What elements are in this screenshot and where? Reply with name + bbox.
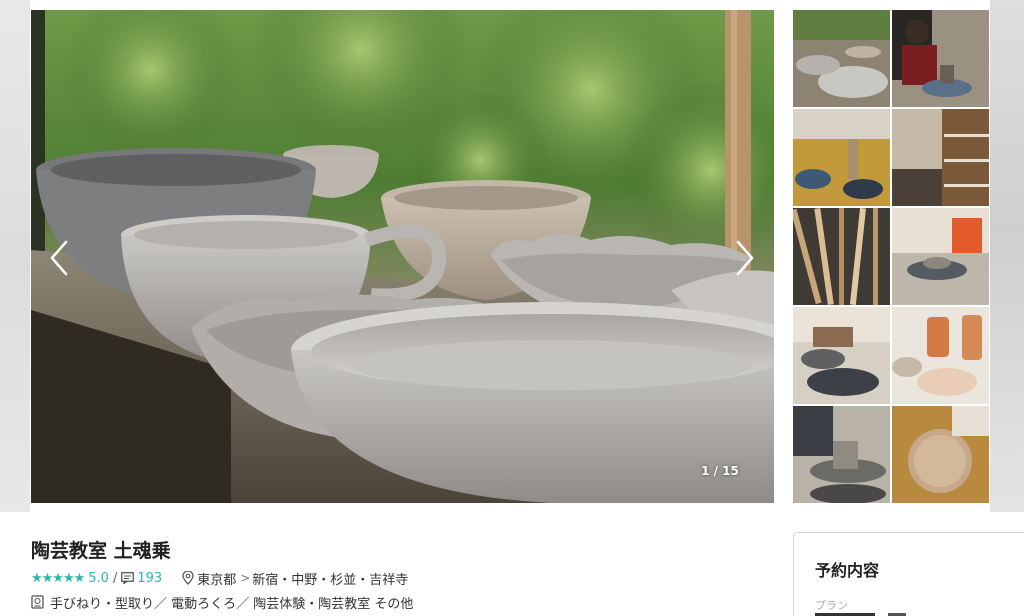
plan-label: プラン [815,599,848,612]
gallery-next-blur [990,0,1024,512]
gallery-prev-button[interactable] [44,236,74,280]
rating-value: 5.0 [88,570,109,586]
chevron-right-icon [736,240,754,276]
thumbnail-shelves[interactable] [892,109,989,206]
booking-panel: 予約内容 プラン [793,532,1024,616]
gallery-next-button[interactable] [730,236,760,280]
booking-title: 予約内容 [815,561,880,580]
thumbnail-bowls[interactable] [793,10,890,107]
thumbnail-wheel-work[interactable] [793,406,890,503]
rating-stars: ★★★★★ [31,570,85,586]
listing-meta: ★★★★★ 5.0 / 193 東京都 > 新宿・中野・杉並・吉祥寺 [31,568,408,588]
thumbnail-grid [793,10,989,503]
thumbnail-wheel[interactable] [892,10,989,107]
chevron-left-icon [50,240,68,276]
thumbnail-trimming[interactable] [892,208,989,305]
page-title: 陶芸教室 土魂乗 [31,540,171,562]
photo-counter: 1 / 15 [701,464,739,478]
gallery-prev-blur [0,0,30,512]
thumbnail-plate-forming[interactable] [892,406,989,503]
category-list: 手びねり・型取り／ 電動ろくろ／ 陶芸体験・陶芸教室 その他 [31,592,413,612]
category-icon [31,595,44,609]
chevron-right-icon: > [240,571,251,585]
photo-gallery: 1 / 15 [0,0,1024,512]
area-link[interactable]: 新宿・中野・杉並・吉祥寺 [252,569,408,588]
prefecture-link[interactable]: 東京都 [197,569,236,588]
thumbnail-glazing[interactable] [793,307,890,404]
review-count-link[interactable]: 193 [137,571,162,586]
location-pin-icon [182,571,194,585]
comment-icon [121,572,135,584]
thumbnail-studio-table[interactable] [793,109,890,206]
thumbnail-finished-pots[interactable] [892,307,989,404]
thumbnail-tools[interactable] [793,208,890,305]
category-links[interactable]: 手びねり・型取り／ 電動ろくろ／ 陶芸体験・陶芸教室 その他 [50,593,413,612]
main-photo[interactable] [31,10,774,503]
meta-separator: / [112,570,118,586]
